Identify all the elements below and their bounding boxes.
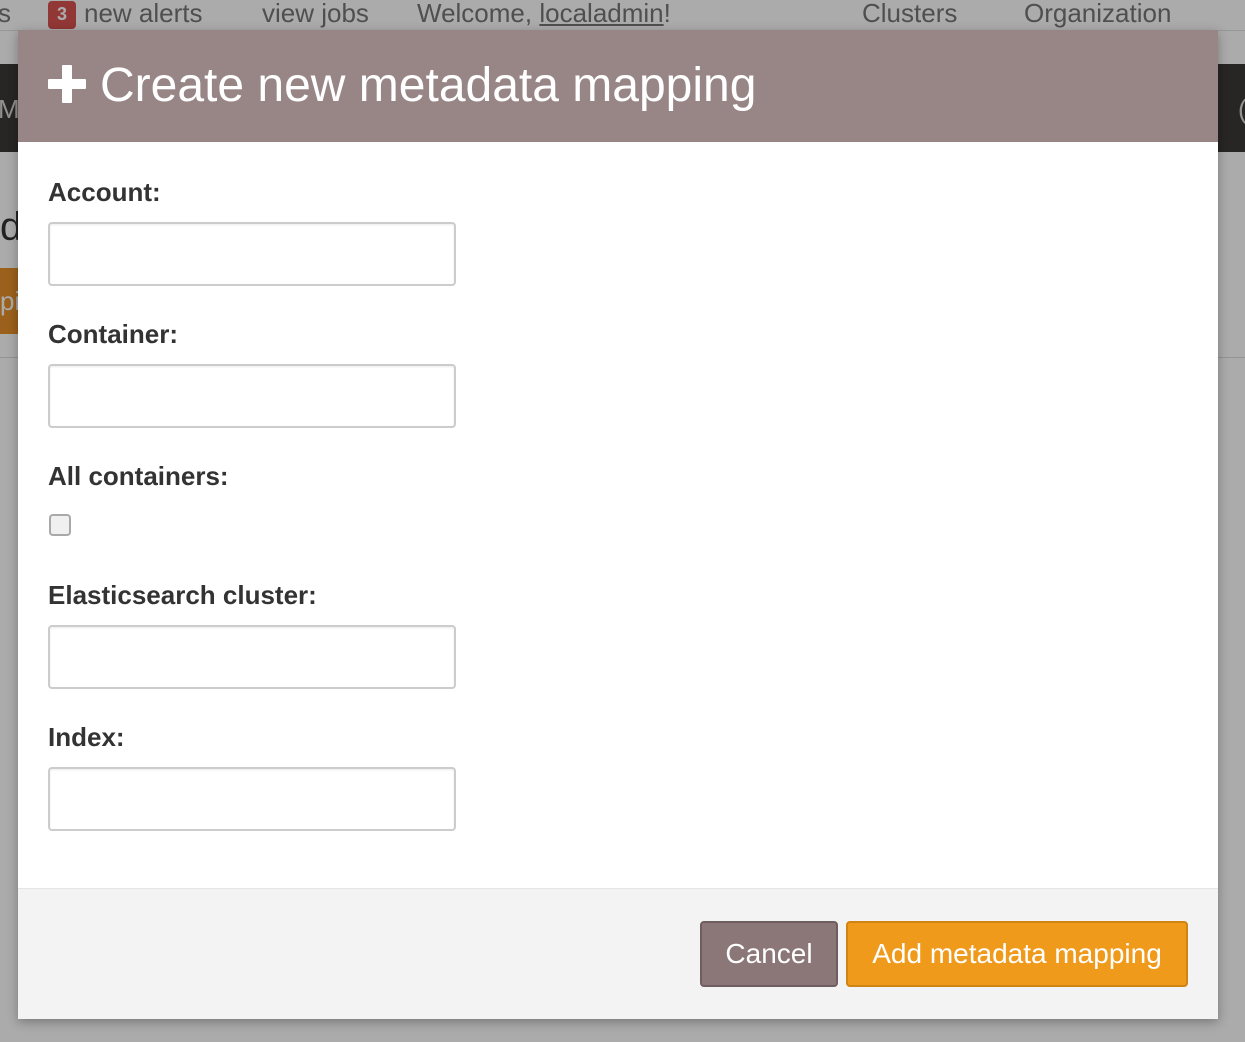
index-label: Index:: [48, 722, 125, 752]
container-input[interactable]: [48, 364, 456, 428]
container-label: Container:: [48, 319, 178, 349]
cancel-button[interactable]: Cancel: [700, 921, 838, 987]
account-input[interactable]: [48, 222, 456, 286]
index-input[interactable]: [48, 767, 456, 831]
create-mapping-modal: Create new metadata mapping Account: Con…: [18, 30, 1218, 1019]
elasticsearch-cluster-label: Elasticsearch cluster:: [48, 580, 317, 610]
modal-footer: Cancel Add metadata mapping: [18, 888, 1218, 1019]
modal-body: Account: Container: All containers: Elas…: [18, 142, 1218, 888]
modal-header: Create new metadata mapping: [18, 30, 1218, 142]
modal-title: Create new metadata mapping: [100, 59, 757, 112]
add-metadata-mapping-button[interactable]: Add metadata mapping: [846, 921, 1188, 987]
elasticsearch-cluster-input[interactable]: [48, 625, 456, 689]
account-label: Account:: [48, 177, 161, 207]
all-containers-checkbox[interactable]: [49, 514, 71, 536]
plus-icon: [48, 65, 86, 103]
all-containers-label: All containers:: [48, 461, 229, 491]
